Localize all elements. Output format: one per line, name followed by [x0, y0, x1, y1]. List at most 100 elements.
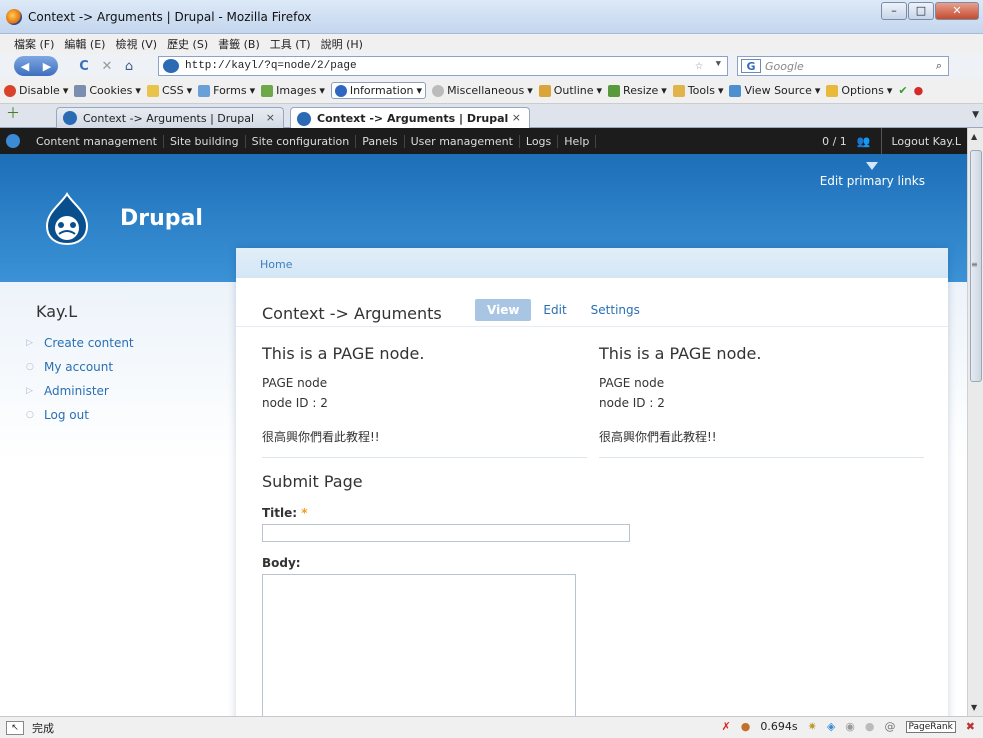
dev-resize[interactable]: Resize ▾ [608, 84, 667, 97]
title-field[interactable] [262, 524, 630, 542]
addon-icon[interactable]: ◉ [845, 720, 855, 733]
tab-2-active[interactable]: Context -> Arguments | Drupal × [290, 107, 530, 129]
sidebar: Kay.L ▷ Create content ○ My account ▷ Admin… [26, 302, 226, 427]
edit-primary-links[interactable]: Edit primary links [820, 162, 925, 188]
admin-content-management[interactable]: Content management [30, 134, 164, 148]
tab-view[interactable]: View [475, 299, 532, 321]
firebug-icon[interactable]: ✷ [808, 720, 817, 733]
dev-information[interactable]: Information ▾ [330, 82, 427, 99]
sidebar-item-log-out[interactable]: ○ Log out [26, 403, 226, 427]
divider [880, 128, 882, 154]
tab-list-icon[interactable]: ▼ [972, 110, 979, 120]
validation-check-icon[interactable]: ✔ [898, 84, 907, 97]
menu-view[interactable]: 檢視 (V) [115, 36, 157, 52]
breadcrumb-home[interactable]: Home [260, 258, 292, 271]
dev-options[interactable]: Options ▾ [826, 84, 892, 97]
sidebar-item-administer[interactable]: ▷ Administer [26, 379, 226, 403]
noscript-icon[interactable]: ✖ [966, 720, 975, 733]
node-heading: This is a PAGE node. [599, 344, 762, 363]
bookmark-star-icon[interactable]: ☆ [695, 58, 703, 73]
admin-site-building[interactable]: Site building [164, 134, 246, 148]
firefox-logo-icon [6, 9, 22, 25]
site-name[interactable]: Drupal [120, 206, 203, 231]
search-bar[interactable]: G Google ⌕ [737, 56, 949, 76]
home-icon[interactable]: ⌂ [118, 56, 140, 76]
stop-icon[interactable]: ✕ [96, 56, 118, 76]
dev-outline[interactable]: Outline ▾ [538, 84, 602, 97]
blocked-script-icon[interactable]: ✗ [722, 720, 731, 733]
pagerank-widget[interactable]: PageRank [905, 720, 956, 733]
new-tab-icon[interactable]: ＋ [6, 107, 22, 122]
dev-tools[interactable]: Tools ▾ [672, 84, 723, 97]
admin-user-management[interactable]: User management [405, 134, 520, 148]
menu-file[interactable]: 檔案 (F) [14, 36, 54, 52]
drupal-logo-icon[interactable] [37, 192, 97, 246]
status-addons: ✗ ● 0.694s ✷ ◈ ◉ ● @ PageRank ✖ [722, 720, 975, 733]
search-placeholder[interactable]: Google [765, 60, 804, 73]
node-id: node ID : 2 [262, 396, 328, 410]
close-tab-icon[interactable]: × [266, 111, 275, 124]
back-forward-buttons[interactable]: ◀ ▶ [14, 56, 58, 76]
tab-1[interactable]: Context -> Arguments | Drupal × [56, 107, 284, 128]
node-column-left: This is a PAGE node. PAGE node node ID :… [262, 344, 587, 458]
sidebar-user-name: Kay.L [36, 302, 78, 321]
dev-images[interactable]: Images ▾ [261, 84, 325, 97]
menu-tools[interactable]: 工具 (T) [270, 36, 311, 52]
dev-cookies[interactable]: Cookies ▾ [74, 84, 141, 97]
window-controls: – □ ✕ [881, 2, 979, 20]
menu-history[interactable]: 歷史 (S) [167, 36, 208, 52]
sync-icon[interactable]: ◈ [827, 720, 835, 733]
dev-miscellaneous[interactable]: Miscellaneous ▾ [432, 84, 533, 97]
drupal-icon[interactable] [6, 134, 20, 148]
body-textarea[interactable] [262, 574, 576, 716]
form-heading: Submit Page [262, 472, 363, 491]
tools-icon [672, 84, 685, 97]
menu-edit[interactable]: 編輯 (E) [64, 36, 105, 52]
dev-css[interactable]: CSS ▾ [146, 84, 192, 97]
required-mark: * [301, 506, 308, 520]
page-viewport: Drupal Edit primary links Kay.L ▷ Create … [0, 154, 967, 716]
gray-circle-icon[interactable]: ● [865, 720, 875, 733]
sidebar-item-my-account[interactable]: ○ My account [26, 355, 226, 379]
scroll-up-icon[interactable]: ▲ [971, 132, 977, 141]
minimize-button[interactable]: – [881, 2, 907, 20]
dev-view-source[interactable]: View Source ▾ [729, 84, 820, 97]
yslow-icon[interactable]: ● [741, 720, 751, 733]
status-bar: ↖ 完成 ✗ ● 0.694s ✷ ◈ ◉ ● @ PageRank ✖ [0, 716, 983, 738]
tab-edit[interactable]: Edit [531, 299, 578, 321]
google-search-engine-icon[interactable]: G [741, 59, 761, 73]
url-text[interactable]: http://kayl/?q=node/2/page [185, 60, 357, 72]
node-heading: This is a PAGE node. [262, 344, 425, 363]
url-bar[interactable]: http://kayl/?q=node/2/page ☆ ▼ [158, 56, 728, 76]
menu-help[interactable]: 說明 (H) [321, 36, 363, 52]
admin-panels[interactable]: Panels [356, 134, 405, 148]
admin-help[interactable]: Help [558, 134, 597, 148]
node-column-right: This is a PAGE node. PAGE node node ID :… [599, 344, 924, 458]
error-icon[interactable]: ● [914, 84, 924, 97]
close-window-button[interactable]: ✕ [935, 2, 979, 20]
load-time[interactable]: 0.694s [760, 720, 797, 733]
drupal-favicon-icon [63, 111, 77, 125]
admin-logs[interactable]: Logs [520, 134, 559, 148]
dev-disable[interactable]: Disable ▾ [4, 84, 68, 97]
tab-settings[interactable]: Settings [579, 299, 652, 321]
at-icon[interactable]: @ [885, 720, 896, 733]
back-icon[interactable]: ◀ [21, 60, 29, 73]
close-tab-icon[interactable]: × [512, 111, 521, 124]
css-icon [146, 84, 159, 97]
search-icon[interactable]: ⌕ [936, 59, 942, 73]
maximize-button[interactable]: □ [908, 2, 934, 20]
sidebar-item-create-content[interactable]: ▷ Create content [26, 331, 226, 355]
url-dropdown-icon[interactable]: ▼ [716, 59, 721, 69]
dev-forms[interactable]: Forms ▾ [198, 84, 255, 97]
user-count[interactable]: 0 / 1 [822, 135, 847, 148]
forward-icon[interactable]: ▶ [43, 60, 51, 73]
scroll-down-icon[interactable]: ▼ [971, 703, 977, 712]
vertical-scrollbar[interactable]: ▲ ≡ ▼ [967, 128, 983, 716]
menu-bookmarks[interactable]: 書籤 (B) [218, 36, 260, 52]
logout-link[interactable]: Logout Kay.L [892, 135, 962, 148]
admin-site-configuration[interactable]: Site configuration [246, 134, 357, 148]
reload-icon[interactable]: C [72, 56, 96, 76]
window-titlebar: Context -> Arguments | Drupal - Mozilla … [0, 0, 983, 34]
